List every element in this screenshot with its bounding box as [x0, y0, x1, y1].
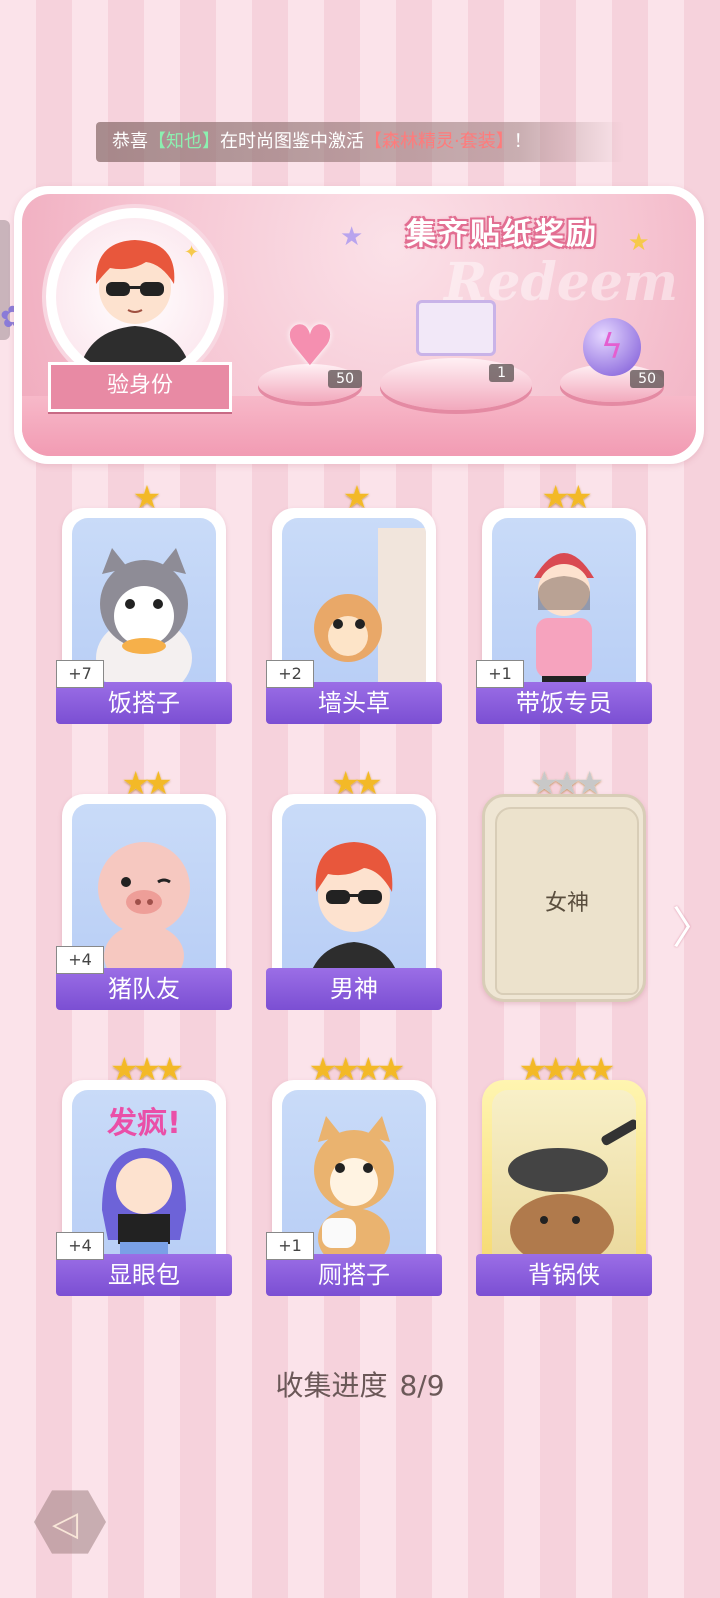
back-button[interactable]: ◁: [34, 1490, 106, 1554]
collection-progress: 收集进度 8/9: [0, 1364, 720, 1404]
sticker-card[interactable]: ★★★ 发疯! +4 显眼包: [56, 1050, 232, 1296]
card-label: 墙头草: [266, 682, 442, 724]
reward-title: 集齐贴纸奖励: [406, 217, 598, 252]
item-count: 1: [489, 364, 514, 382]
pink-heart-gem-icon: ♥: [284, 314, 336, 379]
ticker-suffix: ！: [513, 131, 532, 152]
ticker-user: 【知也】: [148, 131, 220, 152]
star-icon: ★: [628, 228, 650, 256]
ticker-middle: 在时尚图鉴中激活: [220, 131, 364, 152]
back-arrow-icon: ◁: [52, 1504, 79, 1544]
duplicate-count-badge: +2: [266, 660, 314, 688]
reward-item-giftbox[interactable]: 1: [380, 290, 532, 410]
sticker-caption: 发疯!: [107, 1106, 181, 1141]
item-count: 50: [630, 370, 664, 388]
sticker-card[interactable]: ★ +2 墙头草: [266, 478, 442, 724]
item-count: 50: [328, 370, 362, 388]
sticker-card[interactable]: ★★ +1 带饭专员: [476, 478, 652, 724]
card-label: 饭搭子: [56, 682, 232, 724]
card-label: 厕搭子: [266, 1254, 442, 1296]
verify-identity-button[interactable]: 验身份: [48, 362, 232, 412]
card-label: 男神: [266, 968, 442, 1010]
star-icon: ★: [340, 222, 364, 252]
duplicate-count-badge: +1: [266, 1232, 314, 1260]
sticker-card[interactable]: ★ +7 饭搭子: [56, 478, 232, 724]
reward-panel: Redeem ★ 集齐贴纸奖励 ★ ✦ 验身份 ♥ 50 1 ϟ 50: [14, 186, 704, 464]
card-label: 背锅侠: [476, 1254, 652, 1296]
card-label: 猪队友: [56, 968, 232, 1010]
boy-icon: [282, 804, 426, 992]
sticker-card[interactable]: ★★★★ 背锅侠: [476, 1050, 652, 1296]
card-label: 显眼包: [56, 1254, 232, 1296]
avatar[interactable]: ✦: [46, 208, 224, 386]
duplicate-count-badge: +1: [476, 660, 524, 688]
sticker-card[interactable]: ★★ 男神: [266, 764, 442, 1010]
svg-text:✦: ✦: [184, 242, 199, 263]
locked-card-title: 女神: [495, 807, 639, 995]
sticker-card[interactable]: ★★★ 女神: [482, 764, 646, 1002]
progress-value: 8/9: [399, 1369, 445, 1402]
sticker-card[interactable]: ★★ +4 猪队友: [56, 764, 232, 1010]
announcement-ticker: 恭喜【知也】在时尚图鉴中激活【森林精灵·套装】！: [96, 122, 624, 162]
gift-box-icon: [416, 300, 496, 356]
reward-item-orb[interactable]: ϟ 50: [560, 310, 664, 402]
ticker-prefix: 恭喜: [112, 131, 148, 152]
sticker-card[interactable]: ★★★★ +1 厕搭子: [266, 1050, 442, 1296]
chevron-right-icon[interactable]: 〉: [672, 892, 716, 956]
progress-label: 收集进度: [275, 1369, 388, 1402]
ticker-item: 【森林精灵·套装】: [364, 131, 514, 152]
purple-energy-orb-icon: ϟ: [583, 318, 641, 376]
boy-avatar-icon: ✦: [78, 240, 199, 376]
reward-item-gem[interactable]: ♥ 50: [258, 310, 362, 402]
duplicate-count-badge: +7: [56, 660, 104, 688]
duplicate-count-badge: +4: [56, 1232, 104, 1260]
duplicate-count-badge: +4: [56, 946, 104, 974]
card-label: 带饭专员: [476, 682, 652, 724]
capybara-pan-icon: [492, 1090, 636, 1278]
